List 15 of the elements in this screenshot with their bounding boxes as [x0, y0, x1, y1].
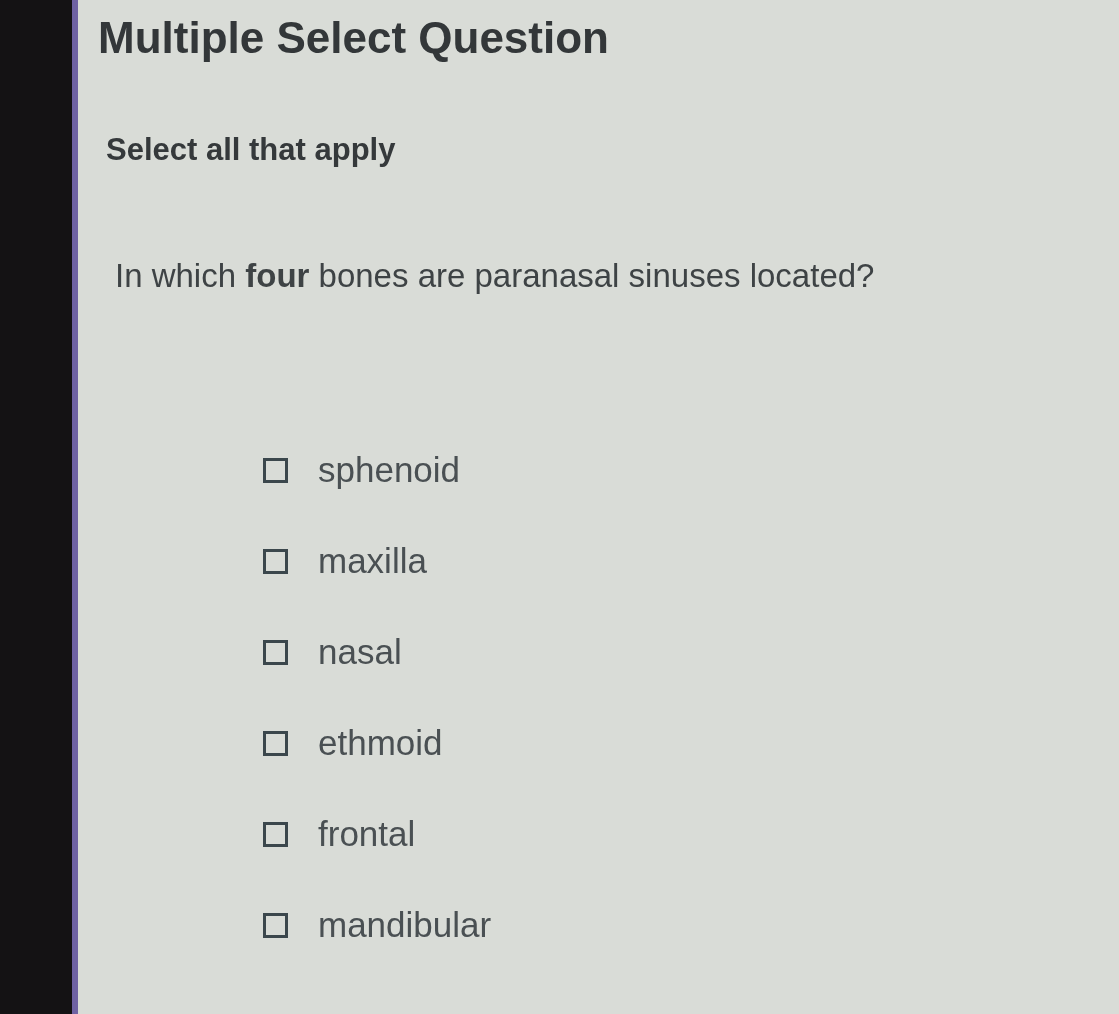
question-text: In which four bones are paranasal sinuses located?	[115, 256, 875, 296]
checkbox[interactable]	[263, 730, 288, 756]
option-label: sphenoid	[318, 449, 461, 491]
checkbox[interactable]	[263, 912, 288, 938]
option-label: mandibular	[318, 904, 492, 946]
option-label: maxilla	[318, 540, 427, 582]
checkbox[interactable]	[263, 639, 288, 665]
option-label: frontal	[318, 813, 416, 855]
question-type-title: Multiple Select Question	[98, 12, 610, 64]
checkbox[interactable]	[263, 548, 288, 574]
option-label: ethmoid	[318, 722, 443, 764]
checkbox[interactable]	[263, 457, 288, 483]
instruction-text: Select all that apply	[106, 131, 397, 169]
option-label: nasal	[318, 631, 402, 673]
checkbox[interactable]	[263, 821, 288, 847]
